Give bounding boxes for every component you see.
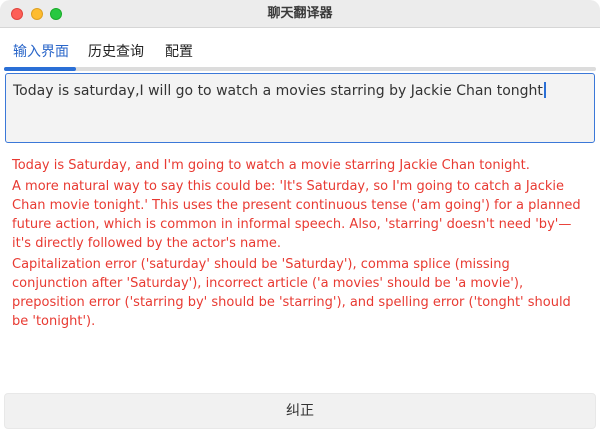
correct-button[interactable]: 纠正 bbox=[4, 393, 596, 429]
message-input-text: Today is saturday,I will go to watch a m… bbox=[13, 83, 543, 99]
tab-track bbox=[4, 67, 596, 71]
text-caret bbox=[543, 82, 546, 98]
tab-settings[interactable]: 配置 bbox=[165, 41, 193, 61]
title-bar: 聊天翻译器 bbox=[0, 0, 600, 28]
window-title: 聊天翻译器 bbox=[267, 6, 333, 21]
correction-output: Today is Saturday, and I'm going to watc… bbox=[12, 156, 588, 333]
tab-input[interactable]: 输入界面 bbox=[13, 41, 69, 61]
active-tab-indicator bbox=[4, 67, 76, 71]
tab-bar: 输入界面 历史查询 配置 bbox=[0, 28, 600, 70]
tab-history[interactable]: 历史查询 bbox=[88, 41, 144, 61]
message-input[interactable]: Today is saturday,I will go to watch a m… bbox=[5, 73, 595, 143]
app-window: 聊天翻译器 输入界面 历史查询 配置 Today is saturday,I w… bbox=[0, 0, 600, 433]
corrected-sentence: Today is Saturday, and I'm going to watc… bbox=[12, 158, 530, 173]
error-explanation: Capitalization error ('saturday' should … bbox=[12, 257, 571, 329]
natural-suggestion: A more natural way to say this could be:… bbox=[12, 179, 581, 251]
